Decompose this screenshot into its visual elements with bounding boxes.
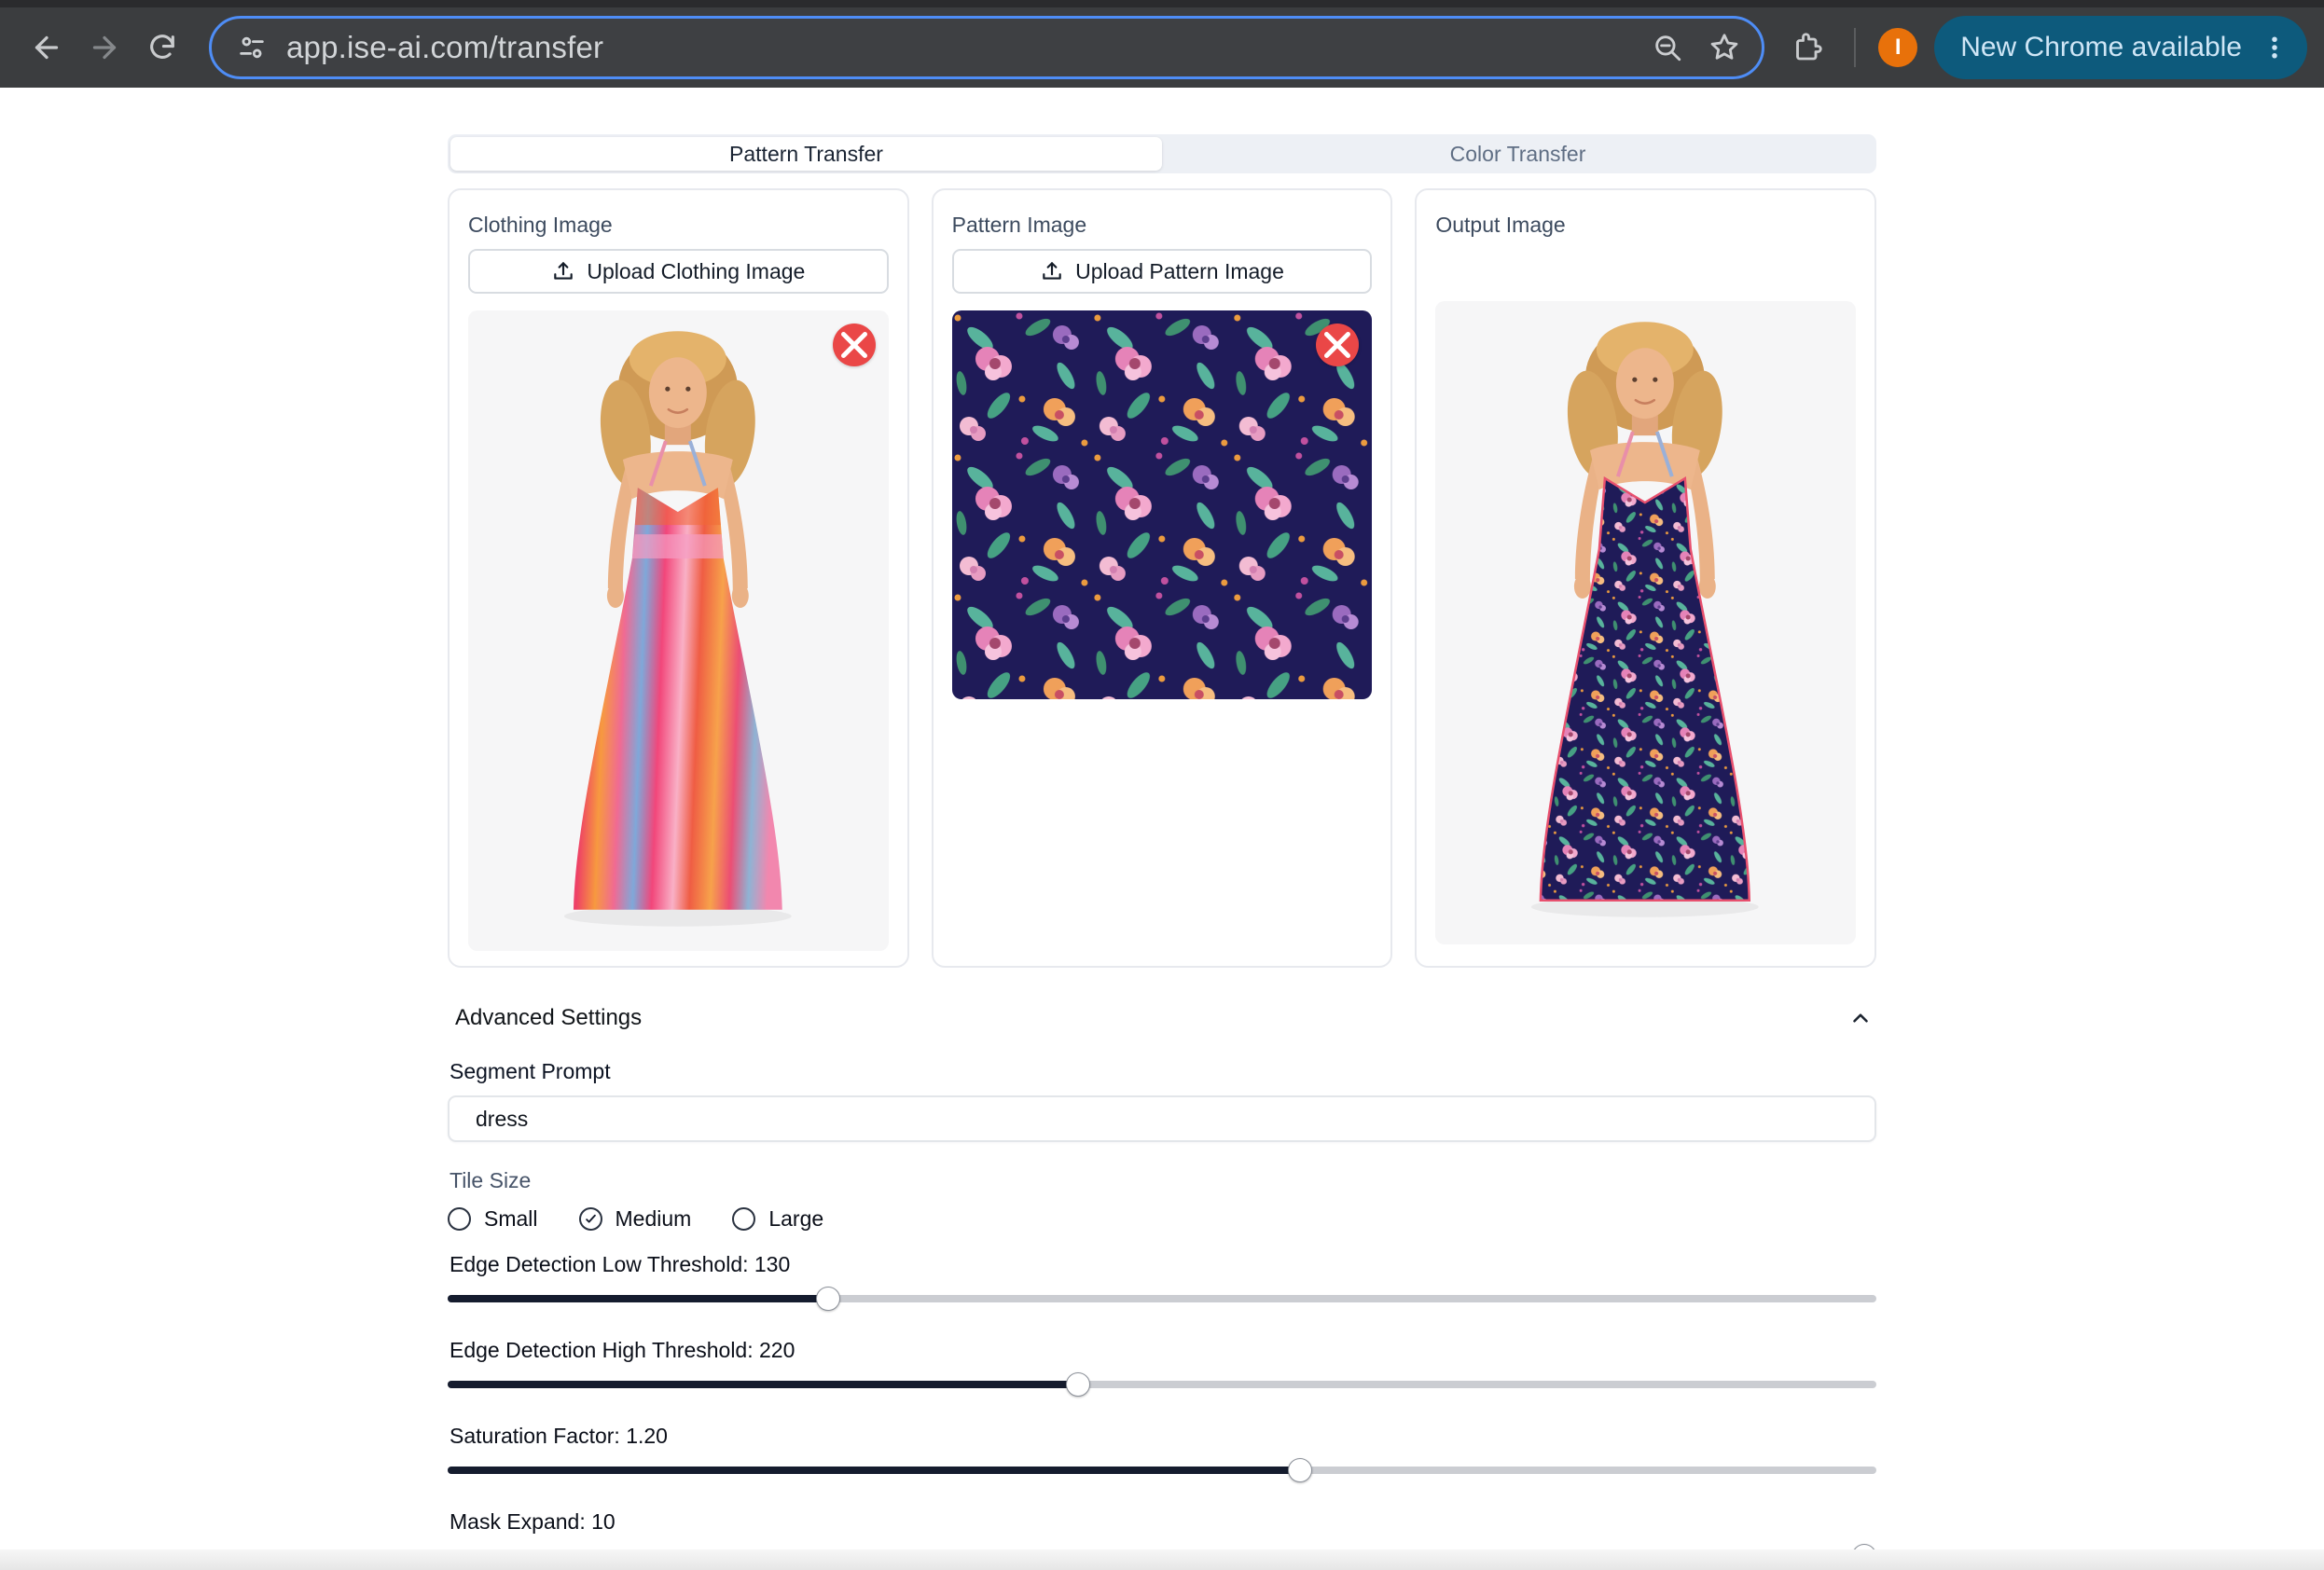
slider-fill	[448, 1381, 1077, 1388]
slider-thumb[interactable]	[1065, 1372, 1090, 1397]
mask-expand-slider-label: Mask Expand: 10	[450, 1509, 616, 1534]
output-panel-title: Output Image	[1435, 213, 1566, 237]
tile-size-options: Small Medium Large	[448, 1206, 1876, 1232]
transfer-mode-tabs: Pattern Transfer Color Transfer	[448, 134, 1876, 173]
upload-pattern-button[interactable]: Upload Pattern Image	[951, 249, 1373, 294]
tile-size-large-radio[interactable]: Large	[732, 1206, 823, 1232]
window-bottom-edge	[0, 1549, 2324, 1570]
pattern-panel-title: Pattern Image	[951, 213, 1087, 237]
radio-circle	[448, 1207, 471, 1231]
saturation-slider-label: Saturation Factor: 1.20	[450, 1424, 668, 1448]
menu-dots-icon[interactable]	[2261, 34, 2289, 62]
edge-high-slider[interactable]	[448, 1372, 1876, 1397]
chrome-update-button[interactable]: New Chrome available	[1934, 16, 2307, 79]
upload-icon	[551, 259, 575, 283]
slider-fill	[448, 1467, 1303, 1474]
edge-low-slider-label: Edge Detection Low Threshold: 130	[450, 1252, 791, 1276]
edge-high-slider-label: Edge Detection High Threshold: 220	[450, 1338, 795, 1362]
slider-fill	[448, 1295, 823, 1302]
tile-size-small-radio[interactable]: Small	[448, 1206, 538, 1232]
upload-clothing-button[interactable]: Upload Clothing Image	[468, 249, 889, 294]
browser-window: app.ise-ai.com/transfer I New Chrome ava…	[0, 0, 2324, 1570]
app-content: Pattern Transfer Color Transfer Clothing…	[448, 134, 1877, 1570]
pattern-photo	[951, 310, 1373, 699]
upload-icon	[1040, 259, 1064, 283]
remove-clothing-image-button[interactable]	[832, 324, 876, 366]
tab-pattern-transfer[interactable]: Pattern Transfer	[450, 137, 1162, 171]
output-image-panel: Output Image	[1415, 188, 1877, 968]
zoom-out-icon[interactable]	[1652, 32, 1683, 63]
radio-circle	[578, 1207, 602, 1231]
radio-circle	[732, 1207, 756, 1231]
tile-size-medium-radio[interactable]: Medium	[578, 1206, 691, 1232]
segment-prompt-label: Segment Prompt	[450, 1059, 611, 1083]
advanced-settings-header[interactable]: Advanced Settings	[455, 1005, 1873, 1031]
forward-icon[interactable]	[80, 23, 129, 72]
slider-thumb[interactable]	[815, 1287, 840, 1311]
pattern-image-panel: Pattern Image Upload Pattern Image	[931, 188, 1393, 968]
segment-prompt-input[interactable]	[448, 1095, 1876, 1142]
clothing-panel-title: Clothing Image	[468, 213, 613, 237]
advanced-settings-title: Advanced Settings	[455, 1005, 643, 1030]
browser-toolbar: app.ise-ai.com/transfer I New Chrome ava…	[0, 7, 2324, 88]
edge-low-slider[interactable]	[448, 1287, 1876, 1311]
output-photo	[1435, 301, 1857, 944]
reload-icon[interactable]	[138, 23, 187, 72]
back-icon[interactable]	[22, 23, 71, 72]
address-bar[interactable]: app.ise-ai.com/transfer	[209, 16, 1765, 79]
tile-size-label: Tile Size	[450, 1168, 532, 1192]
clothing-photo	[468, 310, 889, 951]
clothing-image-panel: Clothing Image Upload Clothing Image	[448, 188, 909, 968]
remove-pattern-image-button[interactable]	[1316, 324, 1360, 366]
slider-thumb[interactable]	[1287, 1458, 1312, 1482]
extensions-icon[interactable]	[1783, 23, 1832, 72]
saturation-slider[interactable]	[448, 1458, 1876, 1482]
update-label: New Chrome available	[1960, 32, 2242, 62]
chevron-up-icon[interactable]	[1848, 1006, 1873, 1030]
window-top-edge	[0, 0, 2324, 7]
toolbar-divider	[1854, 28, 1857, 67]
site-settings-icon[interactable]	[236, 32, 268, 63]
bookmark-star-icon[interactable]	[1708, 31, 1741, 64]
tab-color-transfer[interactable]: Color Transfer	[1162, 137, 1874, 171]
url-text[interactable]: app.ise-ai.com/transfer	[286, 30, 1633, 65]
profile-avatar[interactable]: I	[1878, 28, 1918, 67]
